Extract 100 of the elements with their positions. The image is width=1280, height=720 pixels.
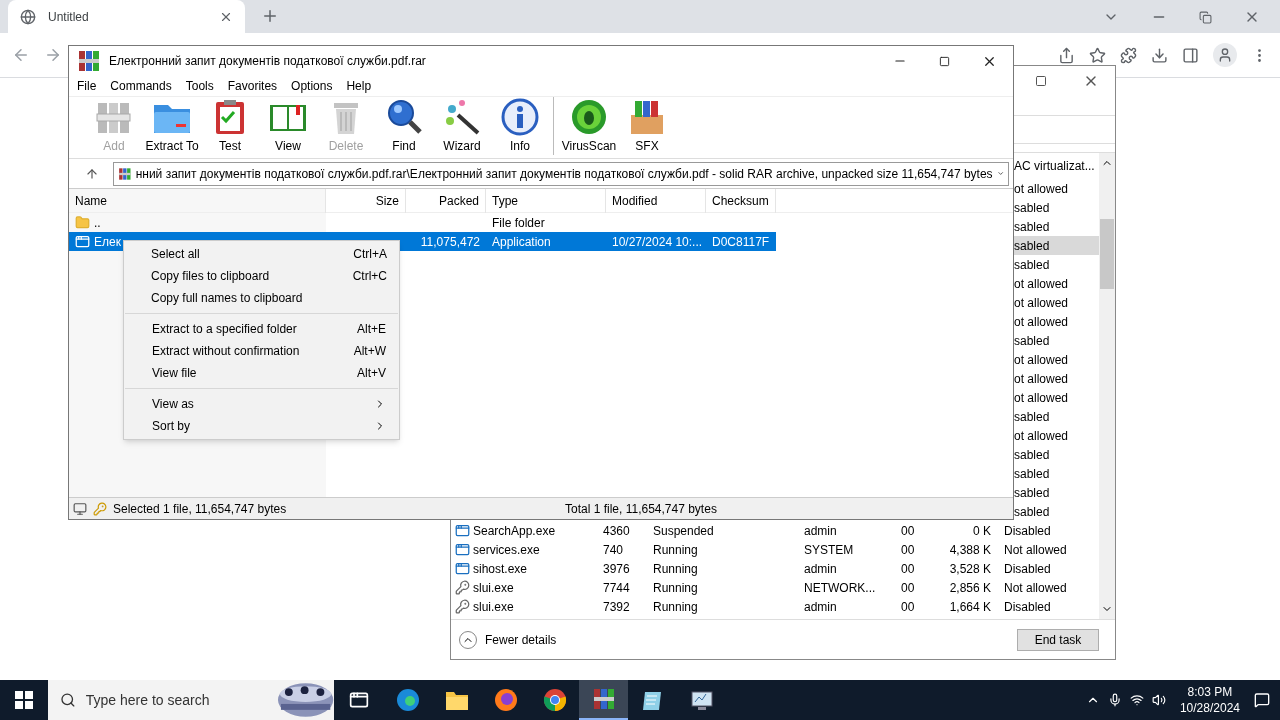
menu-item[interactable]: Options — [291, 77, 333, 95]
address-field[interactable]: нний запит документів податкової служби.pdf.rar\Електронний запит документів податкової служби.pdf - solid RAR archive, unpacked size 11,654,747 bytes — [113, 161, 1009, 186]
table-cell: NETWORK... — [804, 580, 876, 595]
clock-time: 8:03 PM — [1187, 684, 1233, 700]
table-cell-text: services.exe — [473, 541, 540, 559]
process-row[interactable]: ot allowed — [1014, 369, 1099, 388]
process-row[interactable]: services.exe 740 Running SYSTEM 00 4,388 K Not allowed — [451, 540, 1099, 559]
table-cell: 740 — [603, 542, 624, 557]
table-cell: admin — [804, 523, 837, 538]
menu-item[interactable]: View as — [125, 393, 398, 415]
fewer-details-button[interactable]: Fewer details — [459, 630, 557, 649]
table-cell: 1,664 K — [949, 599, 991, 614]
process-row[interactable]: sabled — [1014, 236, 1099, 255]
process-row[interactable]: sabled — [1014, 502, 1099, 521]
status-text: Selected 1 file, 11,654,747 bytes — [113, 500, 287, 518]
table-cell-text: SearchApp.exe — [473, 522, 556, 540]
process-row[interactable]: ot allowed — [1014, 293, 1099, 312]
process-row[interactable]: sabled — [1014, 217, 1099, 236]
toolbar-button[interactable]: SFX — [618, 97, 676, 155]
menu-item[interactable]: Extract to a specified folder Alt+E — [125, 318, 398, 340]
toolbar-button[interactable]: Extract To — [143, 97, 201, 155]
table-cell: 7744 — [603, 580, 630, 595]
process-row[interactable]: sabled — [1014, 255, 1099, 274]
table-cell: admin — [804, 599, 837, 614]
process-row[interactable]: sabled — [1014, 407, 1099, 426]
menu-item[interactable]: File — [77, 77, 97, 95]
process-row[interactable]: SearchApp.exe 4360 Suspended admin 00 0 K Disabled — [451, 521, 1099, 540]
table-cell: 00 — [901, 542, 915, 557]
window-title: Електронний запит документів податкової служби.pdf.rar — [109, 53, 427, 70]
table-cell: 7392 — [603, 599, 630, 614]
toolbar-button[interactable]: Find — [375, 97, 433, 155]
column-header[interactable]: AC virtualizat... — [1014, 157, 1095, 175]
table-cell-text: 11,075,472 — [420, 233, 480, 251]
process-row[interactable]: ot allowed — [1014, 388, 1099, 407]
table-cell: Disabled — [1004, 599, 1051, 614]
process-row[interactable]: sabled — [1014, 198, 1099, 217]
process-row[interactable]: sabled — [1014, 464, 1099, 483]
column-header[interactable]: Name — [69, 188, 326, 213]
table-cell: 00 — [901, 580, 915, 595]
menu-item[interactable]: Copy full names to clipboard — [124, 287, 399, 309]
tab-title: Untitled — [48, 8, 90, 26]
table-cell: 3,528 K — [949, 561, 991, 576]
table-cell-text: slui.exe — [473, 598, 514, 616]
menu-item[interactable]: Commands — [110, 77, 172, 95]
toolbar-button[interactable]: Info — [491, 97, 549, 155]
process-row[interactable]: ot allowed — [1014, 350, 1099, 369]
table-cell: Running — [653, 542, 698, 557]
table-cell: 00 — [901, 523, 915, 538]
table-cell-text: Application — [492, 233, 551, 251]
table-cell: SYSTEM — [804, 542, 854, 557]
table-cell: Suspended — [653, 523, 714, 538]
table-cell: admin — [804, 561, 837, 576]
process-row[interactable]: sihost.exe 3976 Running admin 00 3,528 K Disabled — [451, 559, 1099, 578]
column-header[interactable]: Type — [486, 188, 606, 213]
table-cell: Not allowed — [1004, 542, 1067, 557]
menu-item[interactable]: Copy files to clipboard Ctrl+C — [124, 265, 399, 287]
column-header[interactable]: Modified — [606, 188, 706, 213]
search-field[interactable]: Type here to search — [85, 689, 267, 711]
table-cell: 3976 — [603, 561, 630, 576]
process-row[interactable]: slui.exe 7744 Running NETWORK... 00 2,856 K Not allowed — [451, 578, 1099, 597]
process-row[interactable]: sabled — [1014, 483, 1099, 502]
table-cell: Running — [653, 580, 698, 595]
table-cell: Running — [653, 599, 698, 614]
table-cell: Not allowed — [1004, 580, 1067, 595]
process-row[interactable]: ot allowed — [1014, 312, 1099, 331]
table-cell: 0 K — [973, 523, 991, 538]
menu-item[interactable]: Help — [346, 77, 372, 95]
table-cell: Disabled — [1004, 523, 1051, 538]
table-cell-text: Елек — [94, 233, 121, 251]
clock-date: 10/28/2024 — [1179, 700, 1240, 716]
process-row[interactable]: ot allowed — [1014, 274, 1099, 293]
process-row[interactable]: sabled — [1014, 445, 1099, 464]
menu-item[interactable]: Sort by — [125, 415, 398, 437]
table-cell-text: 10/27/2024 10:... — [612, 233, 703, 251]
file-row[interactable]: .. File folder — [69, 213, 776, 232]
browser-tab[interactable]: Untitled — [8, 0, 245, 33]
table-cell: 00 — [901, 561, 915, 576]
column-header[interactable]: Size — [326, 188, 406, 213]
toolbar-button[interactable]: Wizard — [433, 97, 491, 155]
process-row[interactable]: slui.exe 7392 Running admin 00 1,664 K Disabled — [451, 597, 1099, 616]
table-cell: 4360 — [603, 523, 630, 538]
table-cell: Disabled — [1004, 561, 1051, 576]
toolbar-button[interactable]: View — [259, 97, 317, 155]
end-task-button[interactable]: End task — [1017, 628, 1099, 651]
column-header[interactable]: Packed — [406, 188, 486, 213]
table-cell: 4,388 K — [949, 542, 991, 557]
process-row[interactable]: ot allowed — [1014, 426, 1099, 445]
toolbar-button[interactable]: VirusScan — [560, 97, 618, 155]
process-row[interactable]: ot allowed — [1014, 179, 1099, 198]
menu-item[interactable]: Tools — [185, 77, 214, 95]
process-row[interactable]: sabled — [1014, 331, 1099, 350]
table-cell: 2,856 K — [949, 580, 991, 595]
table-cell-text: sihost.exe — [473, 560, 528, 578]
menu-item[interactable]: View file Alt+V — [125, 362, 398, 384]
column-header[interactable]: Checksum — [706, 188, 776, 213]
menu-item[interactable]: Extract without confirmation Alt+W — [125, 340, 398, 362]
table-cell-text: slui.exe — [473, 579, 514, 597]
toolbar-button[interactable]: Test — [201, 97, 259, 155]
menu-item[interactable]: Favorites — [227, 77, 278, 95]
search-box[interactable]: Type here to search — [48, 680, 334, 720]
